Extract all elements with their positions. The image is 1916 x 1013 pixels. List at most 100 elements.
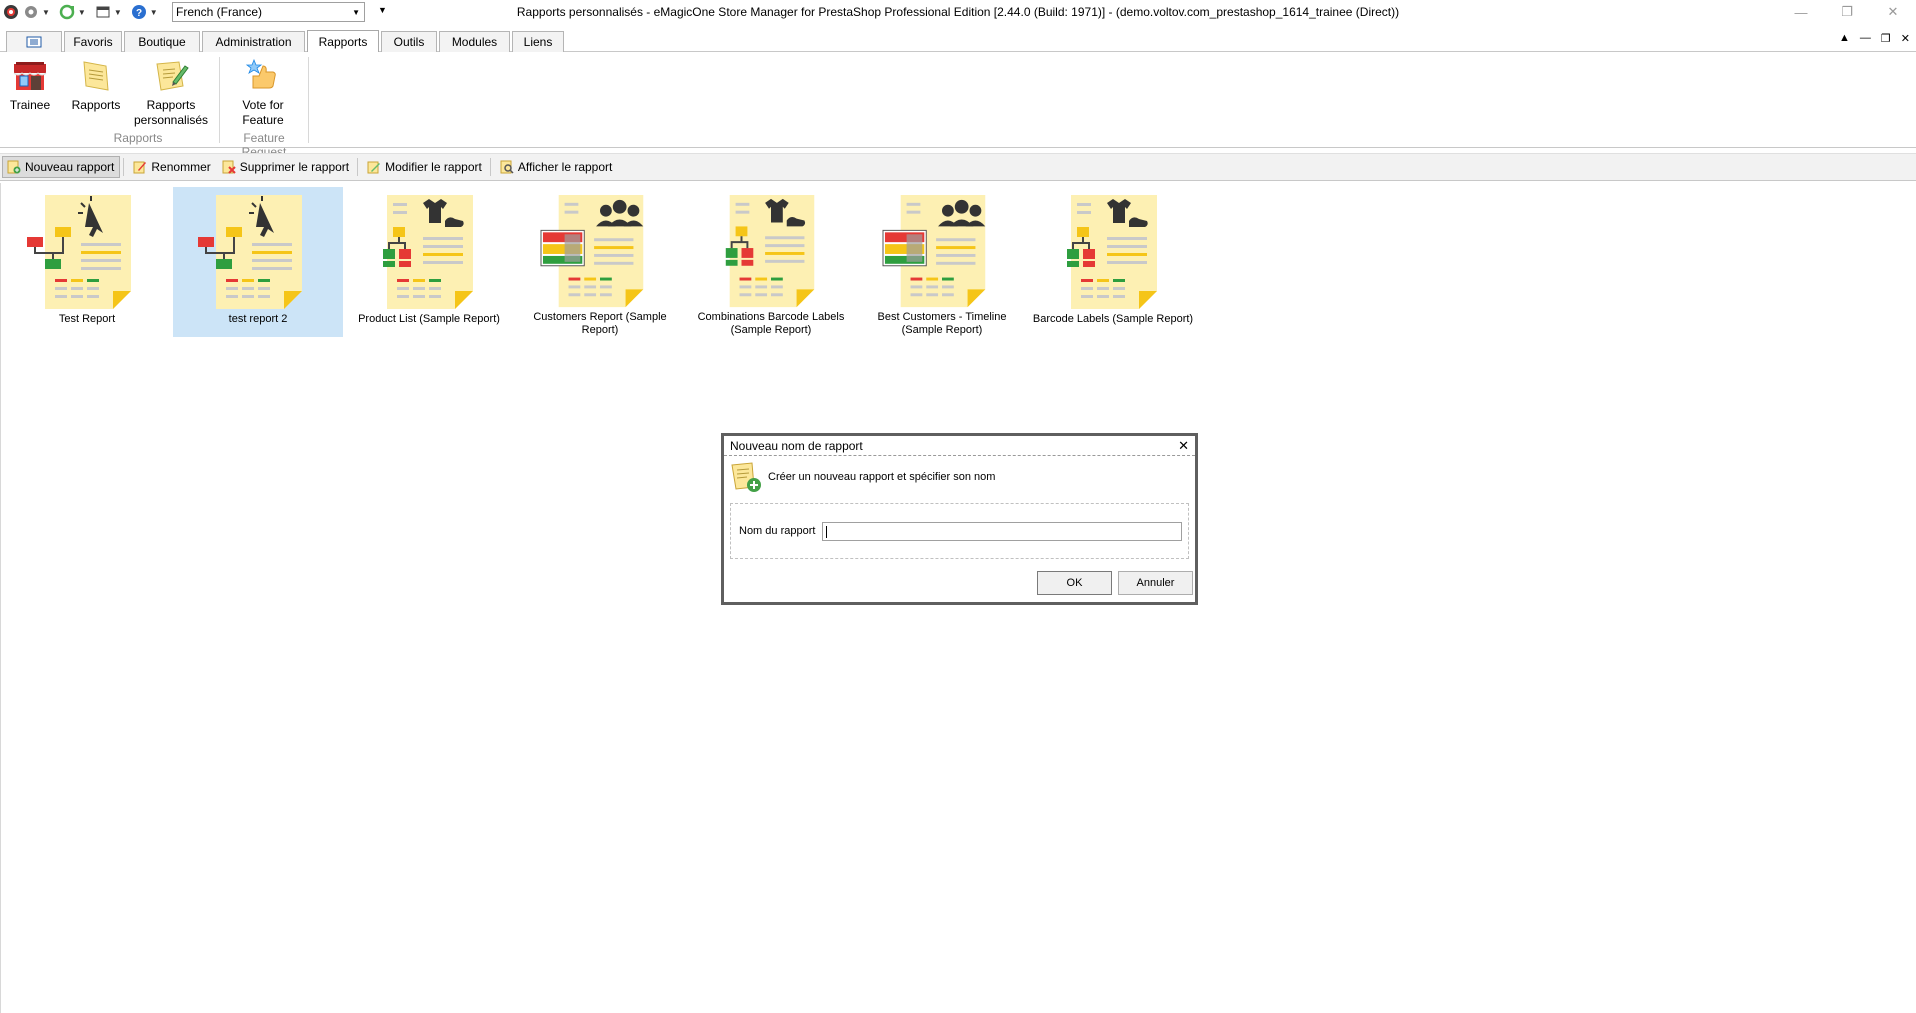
tab-outils[interactable]: Outils — [381, 31, 437, 52]
help-icon[interactable]: ? — [130, 3, 148, 21]
report-label: test report 2 — [228, 313, 288, 325]
quick-access-toolbar: ▼ ▼ ▼ ? ▼ — [0, 3, 164, 21]
tab-administration[interactable]: Administration — [202, 31, 305, 52]
store-icon — [13, 62, 47, 90]
supprimer-rapport-button[interactable]: Supprimer le rapport — [218, 156, 354, 178]
chevron-down-icon[interactable]: ▼ — [42, 8, 50, 17]
delete-report-icon — [222, 160, 236, 174]
report-product-icon — [725, 194, 815, 308]
trainee-label: Trainee — [9, 98, 51, 112]
new-report-icon — [731, 462, 761, 492]
toolbar-separator — [489, 158, 491, 176]
edit-report-icon — [367, 160, 381, 174]
report-item[interactable]: Barcode Labels (Sample Report) — [1028, 187, 1198, 337]
report-edit-icon — [156, 61, 189, 91]
report-list-icon — [83, 61, 109, 91]
customize-toolbar-icon[interactable]: ▼ — [378, 5, 387, 15]
svg-text:?: ? — [136, 8, 142, 19]
report-name-input[interactable] — [822, 522, 1182, 541]
renommer-button[interactable]: Renommer — [129, 156, 215, 178]
dialog-title: Nouveau nom de rapport — [730, 438, 863, 453]
group-label-rapports: Rapports — [113, 131, 163, 145]
view-report-icon — [500, 160, 514, 174]
mdi-restore-icon[interactable]: ❐ — [1881, 32, 1891, 45]
ribbon-tabs: Favoris Boutique Administration Rapports… — [0, 28, 1916, 52]
report-flow-icon — [27, 195, 131, 309]
trainee-button[interactable]: Trainee — [6, 58, 54, 113]
settings-gear-icon[interactable] — [22, 3, 40, 21]
report-product-icon — [1067, 195, 1157, 309]
report-label: Customers Report (Sample Report) — [533, 311, 667, 336]
report-label: Combinations Barcode Labels (Sample Repo… — [697, 311, 845, 336]
afficher-rapport-button[interactable]: Afficher le rapport — [496, 156, 618, 178]
nouveau-rapport-button[interactable]: Nouveau rapport — [2, 156, 121, 178]
report-label: Product List (Sample Report) — [358, 313, 500, 325]
report-item[interactable]: test report 2 — [173, 187, 343, 337]
tab-rapports[interactable]: Rapports — [307, 30, 379, 52]
ok-button[interactable]: OK — [1037, 571, 1112, 595]
chevron-down-icon[interactable]: ▼ — [78, 8, 86, 17]
ribbon-panel: Trainee Rapports Rapports personnalisés … — [0, 53, 1916, 159]
window-controls: — ❐ ✕ — [1778, 0, 1916, 24]
tab-boutique[interactable]: Boutique — [124, 31, 200, 52]
vote-label-1: Vote for — [242, 98, 284, 112]
ribbon-controls: ▲ — ❐ ✕ — [1839, 32, 1910, 45]
new-report-name-dialog: Nouveau nom de rapport ✕ Créer un nouvea… — [721, 433, 1198, 605]
modifier-rapport-label: Modifier le rapport — [385, 160, 482, 174]
report-customers-icon — [882, 194, 986, 308]
report-label: Best Customers - Timeline (Sample Report… — [877, 311, 1007, 336]
chevron-down-icon: ▼ — [352, 8, 360, 17]
group-separator — [219, 57, 220, 143]
window-icon[interactable] — [94, 3, 112, 21]
reports-toolbar: Nouveau rapport Renommer Supprimer le ra… — [0, 153, 1916, 181]
report-name-label: Nom du rapport — [739, 525, 816, 537]
report-flow-icon — [198, 195, 302, 309]
renommer-label: Renommer — [151, 160, 211, 174]
report-product-icon — [383, 195, 473, 309]
language-select-value: French (France) — [176, 5, 263, 19]
dialog-body: Nom du rapport — [730, 503, 1189, 559]
language-select[interactable]: French (France) ▼ — [172, 2, 365, 22]
group-separator — [308, 57, 309, 143]
afficher-rapport-label: Afficher le rapport — [517, 160, 613, 174]
refresh-icon[interactable] — [58, 3, 76, 21]
rapports-personnalises-label-1: Rapports — [146, 98, 196, 112]
chevron-down-icon[interactable]: ▼ — [150, 8, 158, 17]
thumbs-up-icon — [245, 58, 276, 89]
dialog-title-bar: Nouveau nom de rapport ✕ — [724, 436, 1195, 456]
mdi-minimize-icon[interactable]: — — [1860, 32, 1871, 45]
report-item[interactable]: Test Report — [2, 187, 172, 337]
rapports-button[interactable]: Rapports — [68, 58, 124, 113]
report-item[interactable]: Combinations Barcode Labels (Sample Repo… — [686, 187, 856, 337]
app-menu-icon — [26, 36, 42, 48]
restore-button[interactable]: ❐ — [1824, 0, 1870, 24]
report-item[interactable]: Customers Report (Sample Report) — [515, 187, 685, 337]
report-item[interactable]: Product List (Sample Report) — [344, 187, 514, 337]
app-logo-icon[interactable] — [2, 3, 20, 21]
report-customers-icon — [540, 194, 644, 308]
rapports-label: Rapports — [71, 98, 121, 112]
cancel-button[interactable]: Annuler — [1118, 571, 1193, 595]
tab-app-menu[interactable] — [6, 31, 62, 52]
tab-favoris[interactable]: Favoris — [64, 31, 122, 52]
tab-liens[interactable]: Liens — [512, 31, 564, 52]
minimize-button[interactable]: — — [1778, 0, 1824, 24]
dialog-close-icon[interactable]: ✕ — [1178, 438, 1189, 454]
modifier-rapport-button[interactable]: Modifier le rapport — [363, 156, 487, 178]
toolbar-separator — [357, 158, 359, 176]
rapports-personnalises-label-2: personnalisés — [133, 113, 209, 127]
vote-feature-button[interactable]: Vote for Feature — [228, 58, 298, 128]
toolbar-separator — [123, 158, 125, 176]
rename-icon — [133, 160, 147, 174]
dialog-header: Créer un nouveau rapport et spécifier so… — [724, 456, 1195, 498]
tab-modules[interactable]: Modules — [439, 31, 510, 52]
dialog-header-text: Créer un nouveau rapport et spécifier so… — [768, 471, 996, 483]
collapse-ribbon-icon[interactable]: ▲ — [1839, 32, 1850, 45]
chevron-down-icon[interactable]: ▼ — [114, 8, 122, 17]
supprimer-rapport-label: Supprimer le rapport — [239, 160, 350, 174]
mdi-close-icon[interactable]: ✕ — [1901, 32, 1910, 45]
rapports-personnalises-button[interactable]: Rapports personnalisés — [133, 58, 209, 128]
vote-label-2: Feature — [242, 113, 284, 127]
report-item[interactable]: Best Customers - Timeline (Sample Report… — [857, 187, 1027, 337]
close-button[interactable]: ✕ — [1870, 0, 1916, 24]
